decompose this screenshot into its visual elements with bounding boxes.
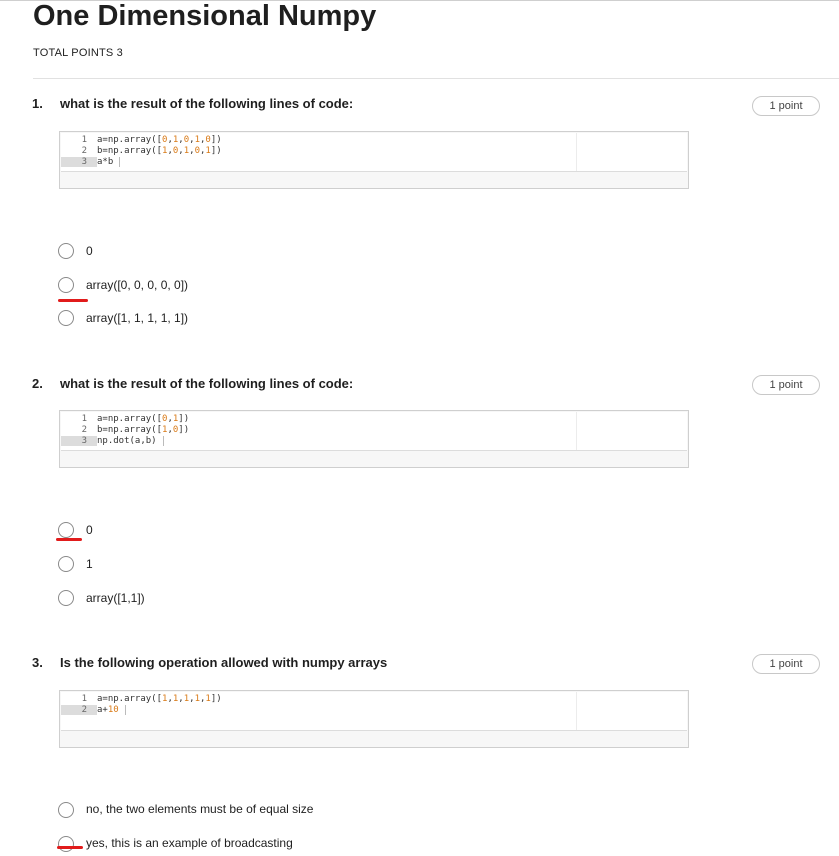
selected-answer-mark [57,846,83,849]
question-text: Is the following operation allowed with … [60,655,388,670]
option-radio[interactable] [58,836,74,852]
option-label[interactable]: 0 [86,523,93,537]
header-divider [33,78,839,79]
question-number: 1. [32,96,43,111]
points-badge: 1 point [752,375,820,395]
option-radio[interactable] [58,802,74,818]
question-number: 3. [32,655,43,670]
question-number: 2. [32,376,43,391]
option-radio[interactable] [58,277,74,293]
code-line: 2 b=np.array([1,0,1,0,1]) [81,146,222,156]
option-label[interactable]: yes, this is an example of broadcasting [86,836,293,850]
points-badge: 1 point [752,654,820,674]
question-text: what is the result of the following line… [60,376,354,391]
option-radio[interactable] [58,310,74,326]
code-line: 2 a+10 [61,705,126,715]
code-line: 1 a=np.array([0,1,0,1,0]) [81,135,222,145]
option-label[interactable]: 0 [86,244,93,258]
total-points: TOTAL POINTS 3 [33,47,124,59]
page-title: One Dimensional Numpy [33,0,377,32]
selected-answer-mark [56,538,82,541]
code-line: 3 np.dot(a,b) [61,436,164,446]
option-radio[interactable] [58,243,74,259]
code-block[interactable]: 1 a=np.array([0,1]) 2 b=np.array([1,0]) 3n… [59,410,689,468]
option-label[interactable]: array([0, 0, 0, 0, 0]) [86,278,188,292]
code-line: 2 b=np.array([1,0]) [81,425,190,435]
points-badge: 1 point [752,96,820,116]
code-block[interactable]: 1 a=np.array([0,1,0,1,0]) 2 b=np.array([1,… [59,131,689,189]
option-radio[interactable] [58,556,74,572]
option-radio[interactable] [58,590,74,606]
option-label[interactable]: array([1,1]) [86,591,145,605]
selected-answer-mark [58,299,88,302]
code-block[interactable]: 1 a=np.array([1,1,1,1,1]) 2 a+10 [59,690,689,748]
code-line: 3 a*b [61,157,121,167]
code-line: 1 a=np.array([1,1,1,1,1]) [81,694,222,704]
option-radio[interactable] [58,522,74,538]
option-label[interactable]: no, the two elements must be of equal si… [86,802,313,816]
question-text: what is the result of the following line… [60,96,354,111]
code-line: 1 a=np.array([0,1]) [81,414,190,424]
option-label[interactable]: 1 [86,557,93,571]
option-label[interactable]: array([1, 1, 1, 1, 1]) [86,311,188,325]
